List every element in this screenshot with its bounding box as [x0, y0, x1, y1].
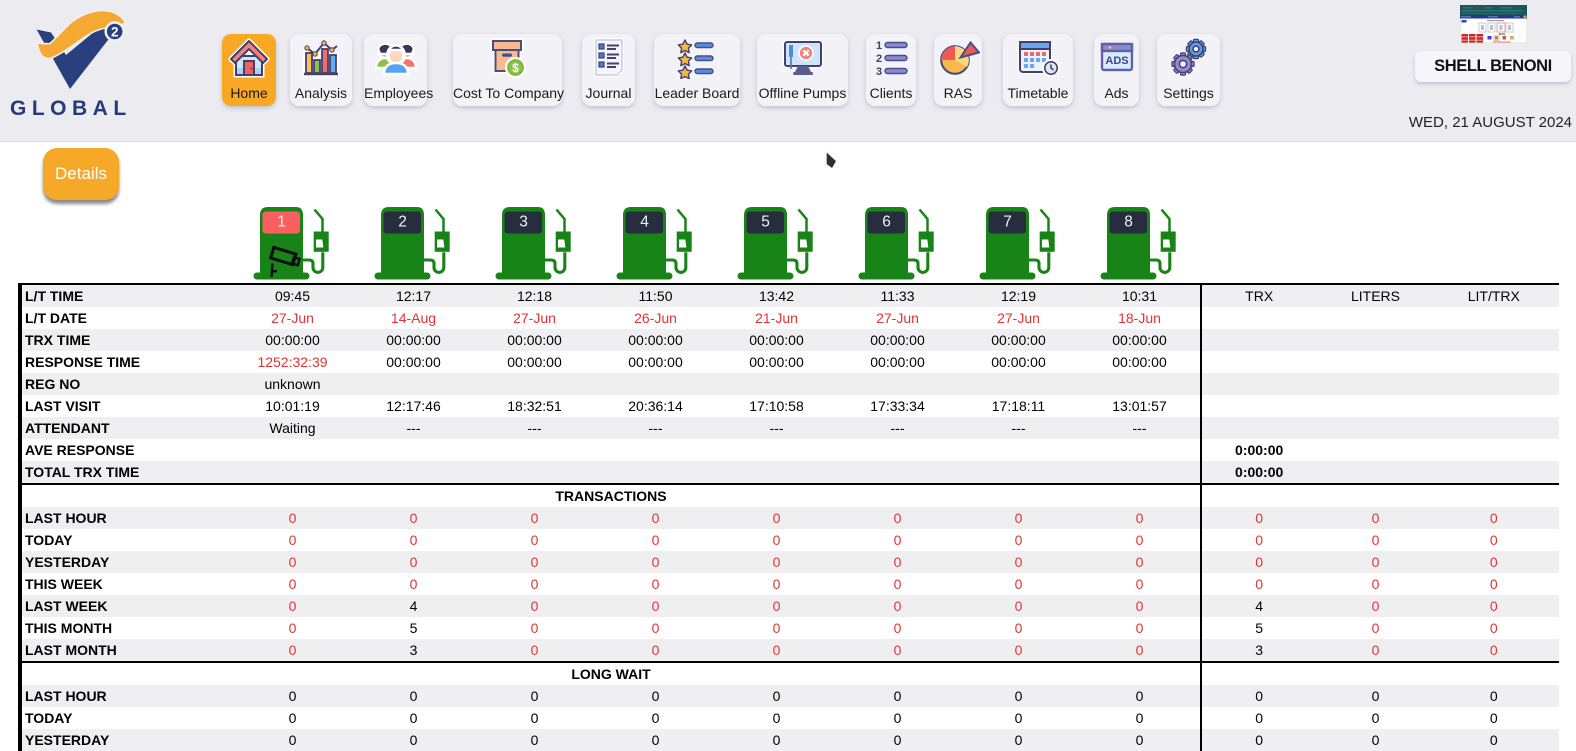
- svg-text:1: 1: [277, 214, 286, 231]
- svg-text:7: 7: [1003, 214, 1012, 231]
- svg-text:2: 2: [398, 214, 407, 231]
- svg-text:1: 1: [876, 40, 882, 52]
- svg-text:4: 4: [640, 214, 649, 231]
- svg-text:5: 5: [761, 214, 770, 231]
- svg-text:GLOBAL: GLOBAL: [10, 97, 132, 120]
- svg-text:6: 6: [882, 214, 891, 231]
- svg-text:2: 2: [876, 53, 882, 65]
- svg-text:ADS: ADS: [1105, 55, 1128, 67]
- svg-text:3: 3: [519, 214, 528, 231]
- svg-text:$: $: [512, 61, 519, 75]
- svg-text:8: 8: [1124, 214, 1133, 231]
- svg-text:2: 2: [111, 25, 119, 40]
- svg-text:3: 3: [876, 66, 882, 78]
- svg-text:RAS: RAS: [1499, 32, 1505, 36]
